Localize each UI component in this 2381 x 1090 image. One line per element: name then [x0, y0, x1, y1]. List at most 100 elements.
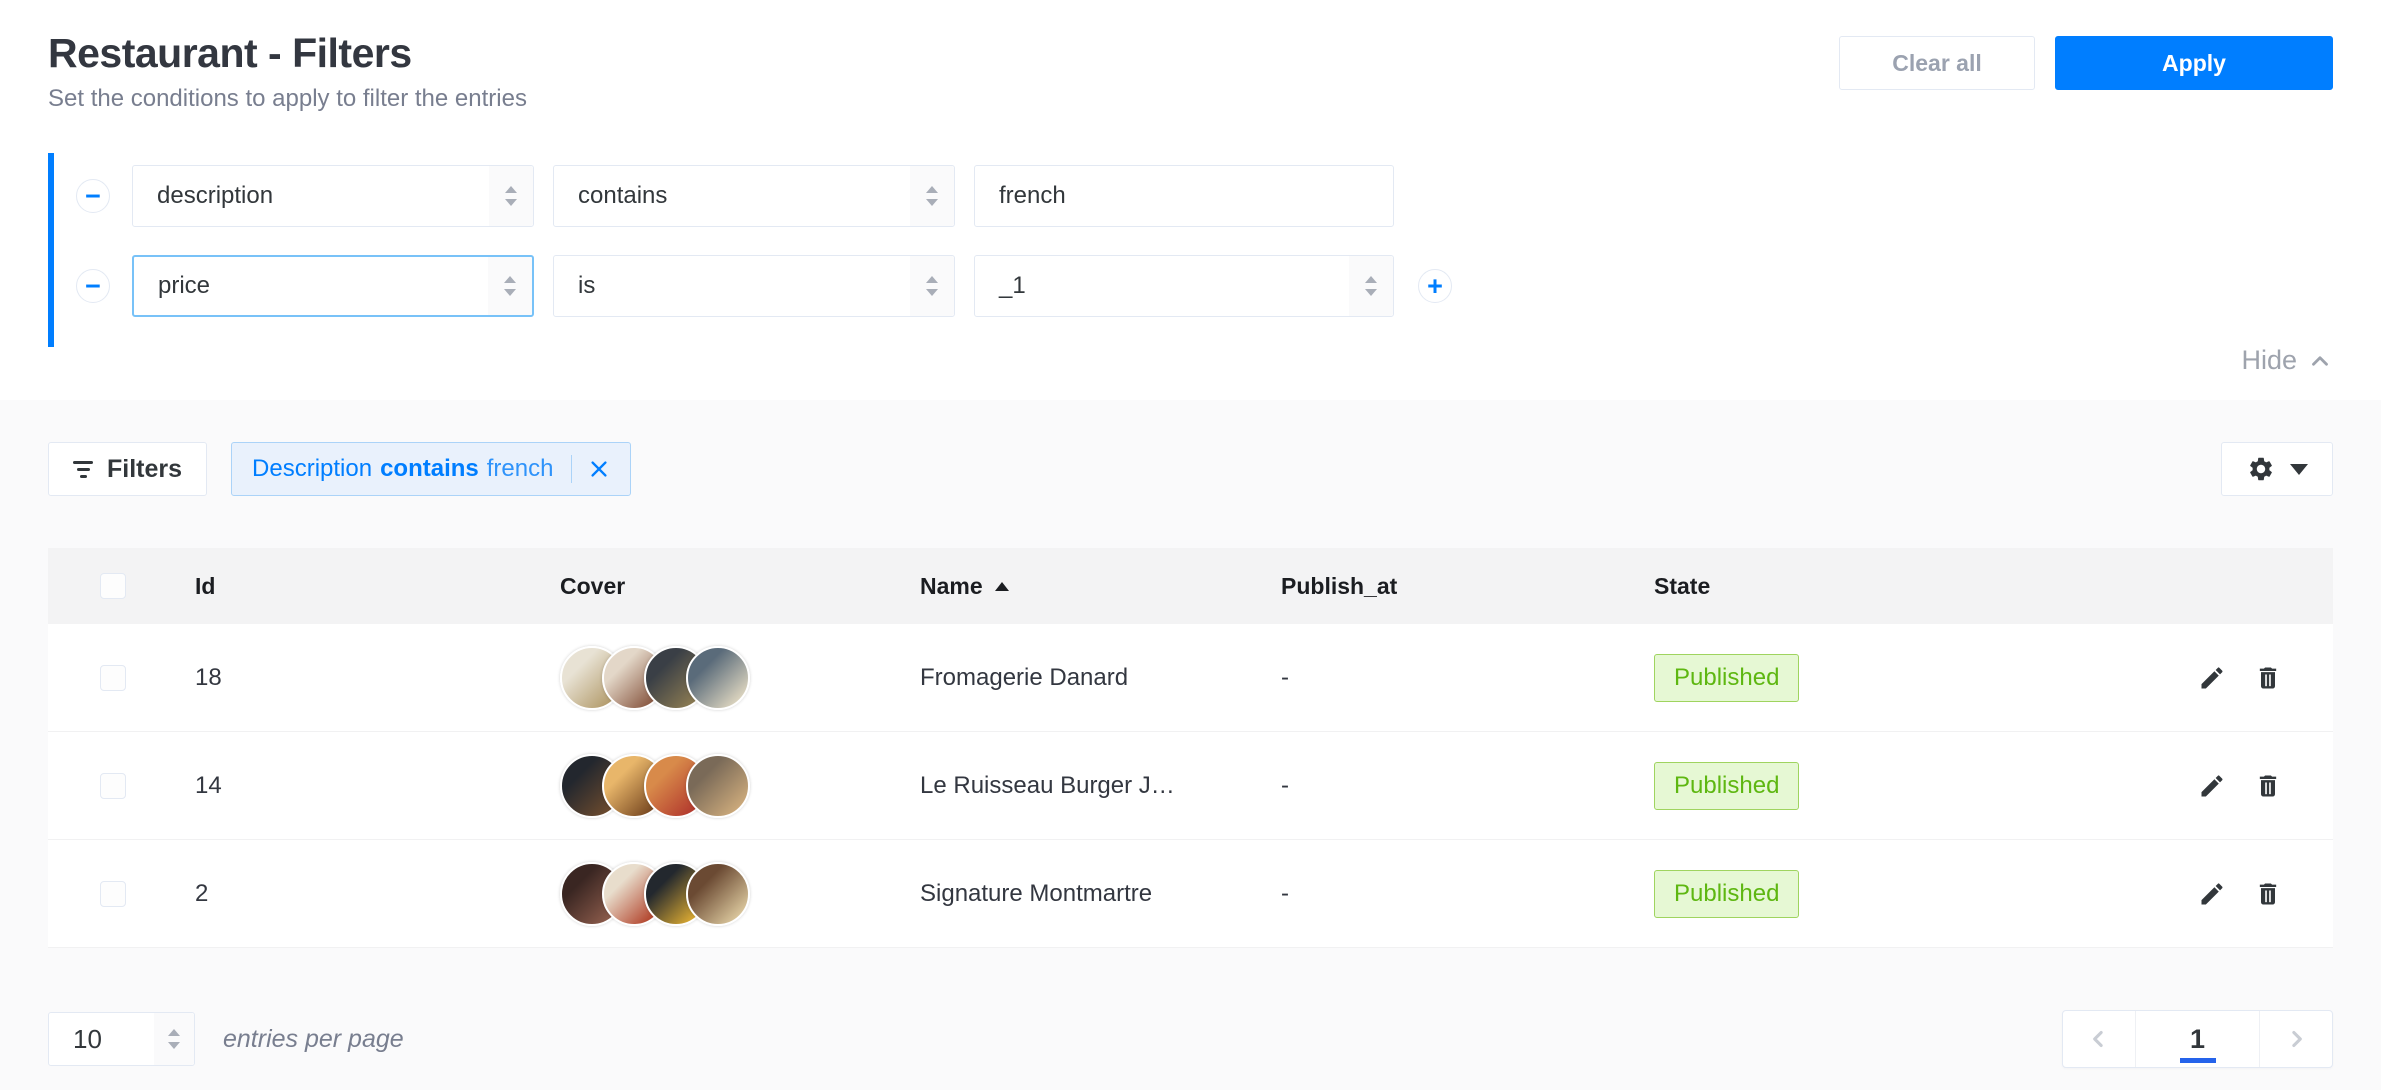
- filter-row: − price is _1 +: [48, 255, 2333, 317]
- filter-value-text: _1: [999, 272, 1026, 300]
- edit-button[interactable]: [2197, 879, 2227, 909]
- remove-filter-button[interactable]: −: [76, 269, 110, 303]
- cell-id: 2: [178, 880, 543, 908]
- clear-all-button[interactable]: Clear all: [1839, 36, 2035, 90]
- pencil-icon: [2198, 880, 2226, 908]
- filter-field-select[interactable]: description: [132, 165, 534, 227]
- hide-filters-toggle[interactable]: Hide: [48, 345, 2333, 400]
- apply-button[interactable]: Apply: [2055, 36, 2333, 90]
- column-header-state[interactable]: State: [1637, 573, 2183, 600]
- add-filter-button[interactable]: +: [1418, 269, 1452, 303]
- row-checkbox[interactable]: [100, 881, 126, 907]
- cover-images: [560, 862, 750, 926]
- page-size-value: 10: [73, 1024, 102, 1055]
- hide-label: Hide: [2241, 345, 2297, 376]
- chevron-down-icon: [2290, 464, 2308, 475]
- entries-per-page-label: entries per page: [223, 1025, 404, 1054]
- edit-button[interactable]: [2197, 771, 2227, 801]
- header-section: Restaurant - Filters Set the conditions …: [0, 0, 2381, 113]
- trash-icon: [2254, 772, 2282, 800]
- remove-filter-button[interactable]: −: [76, 179, 110, 213]
- next-page-button[interactable]: [2260, 1011, 2332, 1067]
- delete-button[interactable]: [2253, 771, 2283, 801]
- filter-lines-icon: [73, 461, 93, 478]
- cell-id: 14: [178, 772, 543, 800]
- pencil-icon: [2198, 664, 2226, 692]
- filter-row: − description contains french: [48, 165, 2333, 227]
- chevron-up-icon: [2307, 348, 2333, 374]
- cell-name: Fromagerie Danard: [903, 664, 1264, 692]
- filters-button[interactable]: Filters: [48, 442, 207, 496]
- settings-dropdown-button[interactable]: [2221, 442, 2333, 496]
- minus-icon: −: [85, 183, 101, 210]
- plus-icon: +: [1427, 273, 1443, 300]
- cover-images: [560, 754, 750, 818]
- filter-tag-value: french: [487, 455, 554, 483]
- filter-field-value: description: [157, 182, 273, 210]
- tag-divider: [571, 455, 572, 483]
- minus-icon: −: [85, 273, 101, 300]
- trash-icon: [2254, 880, 2282, 908]
- select-arrows-icon: [488, 257, 532, 315]
- cell-publish-at: -: [1264, 880, 1637, 908]
- filter-value-input[interactable]: _1: [974, 255, 1394, 317]
- select-arrows-icon: [1349, 256, 1393, 316]
- pencil-icon: [2198, 772, 2226, 800]
- select-arrows-icon: [910, 256, 954, 316]
- accent-bar: [48, 153, 54, 347]
- page-number-button[interactable]: 1: [2135, 1011, 2260, 1067]
- filter-operator-value: is: [578, 272, 595, 300]
- delete-button[interactable]: [2253, 879, 2283, 909]
- filter-operator-select[interactable]: is: [553, 255, 955, 317]
- filter-operator-select[interactable]: contains: [553, 165, 955, 227]
- cover-photo: [686, 646, 750, 710]
- cover-images: [560, 646, 750, 710]
- filter-value-input[interactable]: french: [974, 165, 1394, 227]
- chevron-right-icon: [2283, 1026, 2309, 1052]
- column-header-cover[interactable]: Cover: [543, 573, 903, 600]
- status-badge: Published: [1654, 870, 1799, 918]
- entries-table: Id Cover Name Publish_at State 18 Fromag…: [48, 548, 2333, 948]
- select-arrows-icon: [489, 166, 533, 226]
- gear-icon: [2247, 455, 2275, 483]
- pagination: 1: [2062, 1010, 2333, 1068]
- trash-icon: [2254, 664, 2282, 692]
- table-footer: 10 entries per page 1: [48, 1010, 2333, 1068]
- column-header-id[interactable]: Id: [178, 573, 543, 600]
- delete-button[interactable]: [2253, 663, 2283, 693]
- page-heading: Restaurant - Filters Set the conditions …: [48, 30, 527, 113]
- cell-name: Le Ruisseau Burger J…: [903, 772, 1264, 800]
- previous-page-button[interactable]: [2063, 1011, 2135, 1067]
- edit-button[interactable]: [2197, 663, 2227, 693]
- filters-button-label: Filters: [107, 455, 182, 484]
- filter-operator-value: contains: [578, 182, 667, 210]
- cell-publish-at: -: [1264, 772, 1637, 800]
- active-page-underline: [2180, 1058, 2216, 1063]
- select-arrows-icon: [154, 1013, 194, 1065]
- active-filter-tag[interactable]: Description contains french: [231, 442, 631, 496]
- table-row[interactable]: 14 Le Ruisseau Burger J… - Published: [48, 732, 2333, 840]
- row-checkbox[interactable]: [100, 773, 126, 799]
- table-row[interactable]: 18 Fromagerie Danard - Published: [48, 624, 2333, 732]
- table-row[interactable]: 2 Signature Montmartre - Published: [48, 840, 2333, 948]
- page-size-select[interactable]: 10: [48, 1012, 195, 1066]
- table-header-row: Id Cover Name Publish_at State: [48, 548, 2333, 624]
- row-checkbox[interactable]: [100, 665, 126, 691]
- status-badge: Published: [1654, 654, 1799, 702]
- filter-tag-operator: contains: [380, 455, 479, 483]
- page-subtitle: Set the conditions to apply to filter th…: [48, 85, 527, 113]
- current-page-number: 1: [2190, 1024, 2205, 1055]
- sort-asc-icon: [995, 582, 1009, 591]
- cover-photo: [686, 862, 750, 926]
- close-icon[interactable]: [588, 458, 610, 480]
- column-header-publish-at[interactable]: Publish_at: [1264, 573, 1637, 600]
- column-header-name[interactable]: Name: [903, 573, 1264, 600]
- page-title: Restaurant - Filters: [48, 30, 527, 77]
- filter-field-value: price: [158, 272, 210, 300]
- cell-name: Signature Montmartre: [903, 880, 1264, 908]
- filter-builder: − description contains french − price is…: [48, 165, 2333, 317]
- select-arrows-icon: [910, 166, 954, 226]
- filter-field-select[interactable]: price: [132, 255, 534, 317]
- select-all-checkbox[interactable]: [100, 573, 126, 599]
- cover-photo: [686, 754, 750, 818]
